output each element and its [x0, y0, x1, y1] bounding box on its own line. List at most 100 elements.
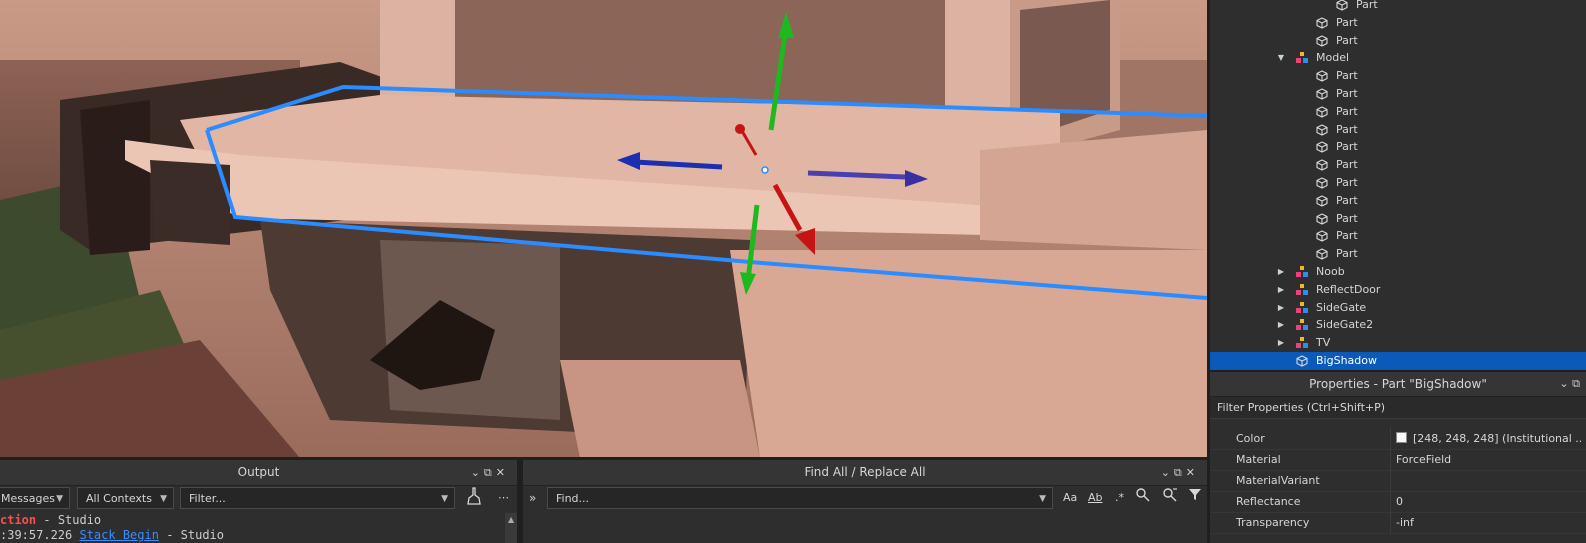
- tree-item-bigshadow[interactable]: BigShadow: [1210, 352, 1586, 370]
- color-swatch[interactable]: [1396, 432, 1407, 443]
- more-options-icon[interactable]: ⋯: [498, 487, 509, 509]
- expanded-arrow-icon[interactable]: ▼: [1276, 49, 1286, 67]
- collapse-icon[interactable]: ⌄: [1161, 466, 1174, 479]
- regex-button[interactable]: .*: [1115, 487, 1124, 509]
- collapsed-arrow-icon[interactable]: ▶: [1276, 281, 1286, 299]
- property-value[interactable]: [248, 248, 248] (Institutional ...: [1396, 428, 1581, 449]
- tree-item-part[interactable]: Part: [1210, 138, 1586, 156]
- tree-item-part[interactable]: Part: [1210, 67, 1586, 85]
- tree-item-part[interactable]: Part: [1210, 32, 1586, 50]
- filter-icon[interactable]: [1188, 487, 1202, 509]
- whole-word-button[interactable]: Ab: [1088, 487, 1103, 509]
- property-row-reflectance[interactable]: Reflectance 0: [1210, 491, 1586, 513]
- chevron-down-icon: ▼: [56, 494, 63, 504]
- tree-item-part[interactable]: Part: [1210, 121, 1586, 139]
- property-row-transparency[interactable]: Transparency -inf: [1210, 512, 1586, 534]
- panel-divider[interactable]: [1207, 0, 1210, 543]
- log-text: ction: [0, 513, 37, 527]
- scene-render[interactable]: [0, 0, 1207, 458]
- collapse-icon[interactable]: ⌄: [1559, 377, 1568, 390]
- undock-icon[interactable]: ⧉: [484, 466, 496, 479]
- tree-item-label: BigShadow: [1316, 354, 1377, 367]
- property-value[interactable]: ForceField: [1396, 449, 1581, 470]
- tree-item-part[interactable]: Part: [1210, 227, 1586, 245]
- property-divider: [1390, 491, 1391, 512]
- tree-item-label: Noob: [1316, 265, 1345, 278]
- scroll-up-icon[interactable]: ▲: [508, 515, 514, 524]
- tree-item-sidegate[interactable]: ▶ SideGate: [1210, 299, 1586, 317]
- log-time: :39:57.226: [0, 528, 73, 542]
- log-extra[interactable]: Stack Begin: [79, 528, 158, 542]
- tree-item-label: SideGate2: [1316, 318, 1374, 332]
- property-row-material[interactable]: Material ForceField: [1210, 449, 1586, 471]
- output-scrollbar[interactable]: ▲: [505, 513, 517, 543]
- property-value[interactable]: -inf: [1396, 512, 1581, 533]
- part-icon: [1316, 195, 1328, 207]
- expand-replace-icon[interactable]: »: [529, 487, 536, 509]
- tree-item-part[interactable]: Part: [1210, 14, 1586, 32]
- output-window-controls[interactable]: ⌄⧉✕: [471, 460, 509, 485]
- tree-item-label: Part: [1336, 140, 1358, 154]
- 3d-viewport[interactable]: [0, 0, 1207, 458]
- tree-item-noob[interactable]: ▶ Noob: [1210, 263, 1586, 281]
- property-row-materialvariant[interactable]: MaterialVariant: [1210, 470, 1586, 492]
- undock-icon[interactable]: ⧉: [1174, 466, 1186, 479]
- properties-window-controls[interactable]: ⌄ ⧉: [1559, 372, 1580, 396]
- filter-properties-input[interactable]: Filter Properties (Ctrl+Shift+P): [1210, 397, 1586, 419]
- tree-item-model[interactable]: ▼ Model: [1210, 49, 1586, 67]
- part-icon: [1316, 123, 1328, 136]
- find-placeholder: Find...: [556, 492, 590, 505]
- log-separator: -: [158, 528, 181, 542]
- collapsed-arrow-icon[interactable]: ▶: [1276, 263, 1286, 281]
- panel-divider[interactable]: [517, 458, 523, 543]
- tree-item-part[interactable]: Part: [1210, 85, 1586, 103]
- find-all-icon[interactable]: [1162, 487, 1178, 509]
- part-icon: [1316, 177, 1328, 189]
- panel-divider[interactable]: [0, 457, 1207, 460]
- collapsed-arrow-icon[interactable]: ▶: [1276, 299, 1286, 317]
- tree-item-reflectdoor[interactable]: ▶ ReflectDoor: [1210, 281, 1586, 299]
- tree-item-part[interactable]: Part: [1210, 192, 1586, 210]
- properties-title-bar: Properties - Part "BigShadow" ⌄ ⧉: [1210, 372, 1586, 397]
- chevron-down-icon: ▼: [160, 494, 167, 504]
- tree-item-part[interactable]: Part: [1210, 0, 1586, 14]
- match-case-button[interactable]: Aa: [1063, 487, 1077, 509]
- part-icon: [1316, 212, 1328, 225]
- property-row-color[interactable]: Color [248, 248, 248] (Institutional ...: [1210, 428, 1586, 450]
- tree-item-part[interactable]: Part: [1210, 103, 1586, 121]
- find-window-controls[interactable]: ⌄⧉✕: [1161, 460, 1199, 485]
- tree-item-tv[interactable]: ▶ TV: [1210, 334, 1586, 352]
- part-icon: [1316, 88, 1328, 100]
- collapsed-arrow-icon[interactable]: ▶: [1276, 316, 1286, 334]
- panel-divider[interactable]: [1210, 370, 1586, 372]
- property-value[interactable]: 0: [1396, 491, 1581, 512]
- property-divider: [1390, 470, 1391, 491]
- close-icon[interactable]: ✕: [496, 466, 509, 479]
- contexts-filter-dropdown[interactable]: All Contexts ▼: [77, 487, 174, 509]
- part-icon: [1316, 34, 1328, 47]
- model-icon: [1296, 283, 1308, 296]
- collapsed-arrow-icon[interactable]: ▶: [1276, 334, 1286, 352]
- tree-item-part[interactable]: Part: [1210, 210, 1586, 228]
- part-icon: [1316, 17, 1328, 29]
- tree-item-part[interactable]: Part: [1210, 174, 1586, 192]
- output-title-bar: Output ⌄⧉✕: [0, 460, 517, 486]
- part-icon: [1316, 159, 1328, 171]
- tree-item-label: Part: [1336, 33, 1358, 47]
- find-next-icon[interactable]: [1135, 487, 1151, 509]
- tree-item-sidegate2[interactable]: ▶ SideGate2: [1210, 316, 1586, 334]
- undock-icon[interactable]: ⧉: [1572, 377, 1580, 390]
- tree-item-part[interactable]: Part: [1210, 156, 1586, 174]
- model-icon: [1296, 301, 1308, 314]
- output-panel: Output ⌄⧉✕ Messages ▼ All Contexts ▼ Fil…: [0, 460, 517, 543]
- tree-item-part[interactable]: Part: [1210, 245, 1586, 263]
- clear-output-icon[interactable]: [466, 487, 482, 509]
- output-filter-input[interactable]: Filter... ▼: [180, 487, 455, 509]
- tree-item-label: TV: [1316, 336, 1331, 350]
- find-input[interactable]: Find... ▼: [547, 487, 1053, 509]
- messages-filter-dropdown[interactable]: Messages ▼: [0, 487, 70, 509]
- close-icon[interactable]: ✕: [1186, 466, 1199, 479]
- tree-item-label: Part: [1336, 247, 1358, 261]
- collapse-icon[interactable]: ⌄: [471, 466, 484, 479]
- tree-item-label: Part: [1336, 69, 1358, 83]
